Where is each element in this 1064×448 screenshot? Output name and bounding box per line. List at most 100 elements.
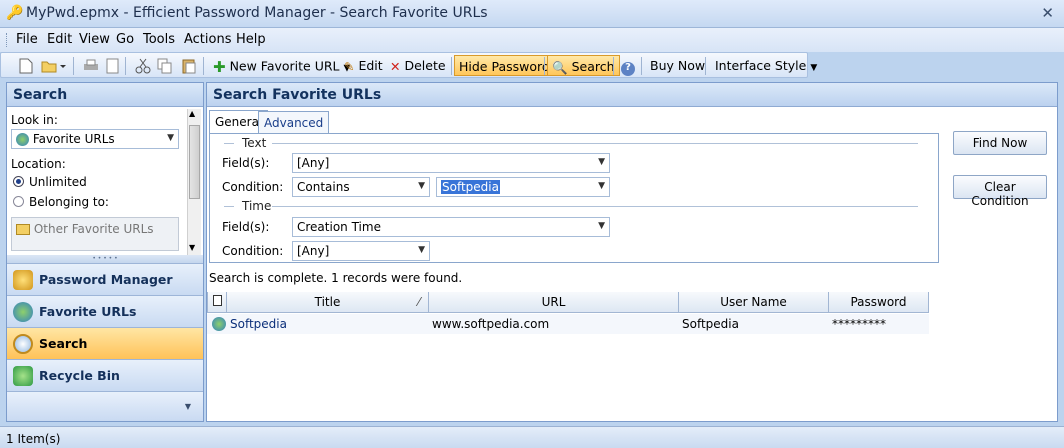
time-condition-value: [Any]: [297, 244, 330, 258]
look-in-label: Look in:: [11, 113, 58, 127]
recycle-icon: [13, 366, 33, 386]
copy-icon[interactable]: [153, 55, 177, 76]
sort-indicator-icon: ⁄: [417, 295, 420, 309]
radio-belonging-label: Belonging to:: [29, 195, 109, 209]
scroll-up-icon[interactable]: ▲: [189, 109, 195, 118]
separator: [705, 57, 706, 75]
radio-belonging[interactable]: [13, 196, 24, 207]
column-url[interactable]: URL: [429, 292, 679, 313]
time-fields-label: Field(s):: [222, 220, 270, 234]
folder-value: Other Favorite URLs: [33, 222, 154, 236]
text-fields-label: Field(s):: [222, 156, 270, 170]
hide-password-button[interactable]: Hide Password: [454, 55, 555, 76]
divider: [272, 206, 918, 207]
nav-overflow-bar: ▼: [7, 391, 203, 421]
pane-header: Search: [7, 83, 203, 107]
find-now-button[interactable]: Find Now: [953, 131, 1047, 155]
menu-tools[interactable]: Tools: [143, 32, 175, 47]
new-favorite-url-button[interactable]: ✚ New Favorite URL ▼: [209, 55, 354, 76]
edit-label: Edit: [358, 58, 383, 73]
key-icon: 🔑: [6, 5, 24, 21]
text-fields-select[interactable]: [Any] ▼: [292, 153, 610, 173]
new-favorite-url-label: New Favorite URL: [229, 58, 340, 74]
separator: [641, 57, 642, 75]
open-folder-icon[interactable]: [37, 55, 71, 76]
divider: [224, 143, 234, 144]
group-time-label: Time: [242, 199, 272, 213]
paste-icon[interactable]: [177, 55, 201, 76]
search-button[interactable]: 🔍 Search: [547, 55, 620, 76]
nav-password-manager[interactable]: Password Manager: [7, 263, 203, 295]
delete-label: Delete: [404, 58, 446, 73]
menu-view[interactable]: View: [79, 32, 110, 47]
chevron-down-icon: ▼: [810, 63, 818, 73]
column-icon-header[interactable]: [207, 292, 227, 313]
status-bar: 1 Item(s): [0, 426, 1064, 448]
menu-go[interactable]: Go: [116, 32, 134, 47]
table-row[interactable]: Softpedia www.softpedia.com Softpedia **…: [207, 314, 929, 334]
globe-icon: [209, 314, 229, 334]
menu-edit[interactable]: Edit: [47, 32, 72, 47]
menu-help[interactable]: Help: [236, 32, 266, 47]
grip-icon: [6, 33, 9, 47]
menu-file[interactable]: File: [16, 32, 38, 47]
toolbar: ✚ New Favorite URL ▼ ✎ Edit ✕ Delete Hid…: [0, 52, 817, 78]
cell-title: Softpedia: [230, 317, 287, 331]
scroll-down-icon[interactable]: ▼: [189, 243, 195, 252]
document-icon: [212, 295, 222, 306]
plus-icon: ✚: [213, 58, 226, 76]
time-condition-select[interactable]: [Any] ▼: [292, 241, 430, 261]
radio-unlimited[interactable]: [13, 176, 24, 187]
folder-select[interactable]: Other Favorite URLs: [11, 217, 179, 251]
nav-favorite-urls[interactable]: Favorite URLs: [7, 295, 203, 327]
separator: [451, 57, 452, 75]
cut-icon[interactable]: [131, 55, 155, 76]
edit-button[interactable]: ✎ Edit: [340, 55, 387, 76]
interface-style-button[interactable]: Interface Style ▼: [711, 55, 821, 76]
menu-actions[interactable]: Actions: [184, 32, 232, 47]
new-file-icon[interactable]: [15, 55, 37, 76]
text-condition-select[interactable]: Contains ▼: [292, 177, 430, 197]
column-password[interactable]: Password: [829, 292, 929, 313]
column-title[interactable]: Title ⁄: [227, 292, 429, 313]
separator: [125, 57, 126, 75]
separator: [73, 57, 74, 75]
title-bar: 🔑 MyPwd.epmx - Efficient Password Manage…: [0, 0, 1064, 28]
chevron-down-icon[interactable]: ▼: [185, 402, 191, 411]
magnifier-icon: 🔍: [552, 59, 568, 75]
navigation-pane: Search Look in: Favorite URLs ▼ Location…: [6, 82, 204, 422]
text-query-input[interactable]: Softpedia ▼: [436, 177, 610, 197]
menu-bar: File Edit View Go Tools Actions Help: [0, 28, 1064, 52]
chevron-down-icon: ▼: [418, 181, 425, 191]
delete-button[interactable]: ✕ Delete: [386, 55, 450, 76]
look-in-value: Favorite URLs: [32, 132, 115, 146]
globe-icon: [16, 133, 29, 146]
nav-favorite-urls-label: Favorite URLs: [39, 304, 137, 319]
text-fields-value: [Any]: [297, 156, 330, 170]
text-condition-value: Contains: [297, 180, 350, 194]
splitter-grip[interactable]: • • • • •: [7, 255, 203, 263]
search-label: Search: [571, 59, 615, 74]
nav-search[interactable]: Search: [7, 327, 203, 359]
nav-recycle-bin[interactable]: Recycle Bin: [7, 359, 203, 391]
print-icon[interactable]: [79, 55, 103, 76]
clear-condition-button[interactable]: Clear Condition: [953, 175, 1047, 208]
globe-icon: [13, 302, 33, 322]
keys-icon: [13, 270, 33, 290]
time-fields-select[interactable]: Creation Time ▼: [292, 217, 610, 237]
scroll-thumb[interactable]: [189, 125, 200, 199]
buy-now-button[interactable]: Buy Now: [646, 55, 709, 76]
location-label: Location:: [11, 157, 66, 171]
look-in-select[interactable]: Favorite URLs ▼: [11, 129, 179, 149]
tab-advanced[interactable]: Advanced: [258, 111, 330, 133]
close-icon[interactable]: ✕: [1041, 4, 1054, 22]
print-preview-icon[interactable]: [101, 55, 125, 76]
group-text-label: Text: [242, 136, 267, 150]
chevron-down-icon: ▼: [418, 245, 425, 255]
column-user-name[interactable]: User Name: [679, 292, 829, 313]
criteria-panel: Text Field(s): [Any] ▼ Condition: Contai…: [209, 133, 939, 263]
separator: [613, 57, 614, 75]
scrollbar[interactable]: ▲ ▼: [187, 109, 201, 255]
result-status: Search is complete. 1 records were found…: [209, 271, 463, 285]
help-icon[interactable]: ?: [617, 55, 639, 76]
